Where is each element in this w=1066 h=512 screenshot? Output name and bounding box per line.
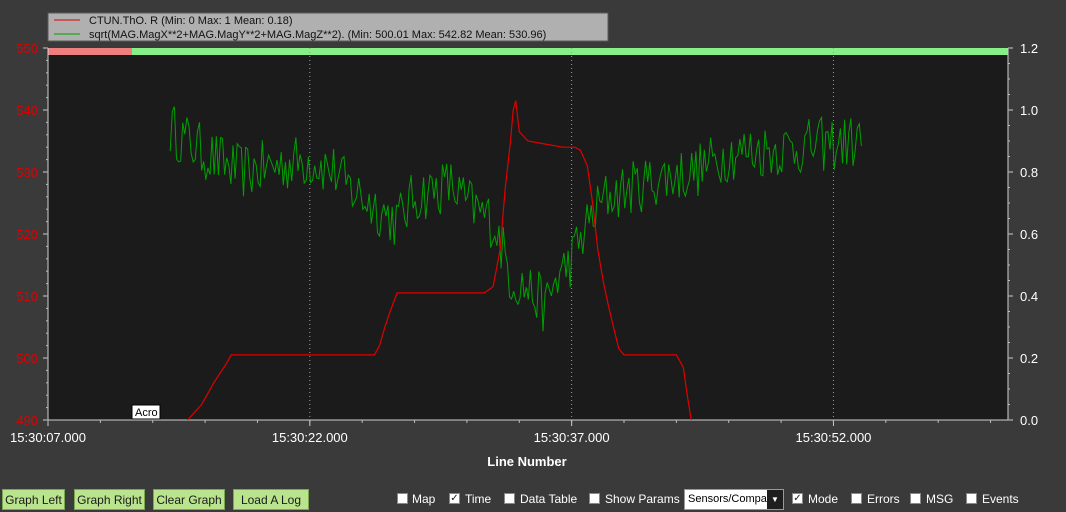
events-checkbox[interactable] xyxy=(966,493,977,504)
y-right-tick-label: 1.0 xyxy=(1020,103,1038,118)
data-table-checkbox[interactable] xyxy=(504,493,515,504)
plot-area xyxy=(48,55,1008,420)
data-table-label: Data Table xyxy=(520,492,578,506)
y-left-tick-label: 540 xyxy=(16,103,38,118)
mode-checkbox[interactable]: ✓ xyxy=(792,493,803,504)
legend-label-throttle: CTUN.ThO. R (Min: 0 Max: 1 Mean: 0.18) xyxy=(89,15,293,27)
chevron-down-icon[interactable]: ▼ xyxy=(767,490,783,509)
graph-left-button[interactable]: Graph Left xyxy=(2,489,65,510)
clear-graph-button[interactable]: Clear Graph xyxy=(153,489,225,510)
y-left-tick-label: 530 xyxy=(16,165,38,180)
x-tick-label: 15:30:22.000 xyxy=(272,430,348,445)
y-right-tick-label: 0.2 xyxy=(1020,351,1038,366)
y-left-tick-label: 490 xyxy=(16,413,38,428)
time-label: Time xyxy=(465,492,492,506)
show-params-label: Show Params xyxy=(605,492,680,506)
mode-bar-segment-2 xyxy=(132,48,1008,55)
time-check-icon: ✓ xyxy=(450,493,459,504)
y-right-tick-label: 0.4 xyxy=(1020,289,1038,304)
mode-bar-segment-1 xyxy=(48,48,132,55)
legend-label-mag: sqrt(MAG.MagX**2+MAG.MagY**2+MAG.MagZ**2… xyxy=(89,29,546,41)
show-params-checkbox[interactable] xyxy=(589,493,600,504)
x-axis-title: Line Number xyxy=(487,454,566,469)
errors-label: Errors xyxy=(867,492,900,506)
mode-label: Mode xyxy=(808,492,839,506)
load-log-button[interactable]: Load A Log xyxy=(233,489,309,510)
mode-annotation-label: Acro xyxy=(135,407,158,419)
events-label: Events xyxy=(982,492,1019,506)
mode-check-icon: ✓ xyxy=(793,493,802,504)
graph-right-button[interactable]: Graph Right xyxy=(74,489,145,510)
map-checkbox[interactable] xyxy=(397,493,408,504)
time-checkbox[interactable]: ✓ xyxy=(449,493,460,504)
x-tick-label: 15:30:07.000 xyxy=(10,430,86,445)
y-left-tick-label: 520 xyxy=(16,227,38,242)
graph-canvas[interactable]: 15:30:07.000 15:30:22.000 15:30:37.000 15:3… xyxy=(0,0,1066,485)
graph-preset-value: Sensors/Compass xyxy=(688,493,768,505)
y-left-tick-label: 550 xyxy=(16,41,38,56)
mode-annotation: Acro xyxy=(131,404,161,420)
graph-preset-select[interactable]: Sensors/Compass ▼ xyxy=(684,489,784,510)
y-left-tick-label: 510 xyxy=(16,289,38,304)
map-label: Map xyxy=(412,492,436,506)
y-right-tick-label: 0.8 xyxy=(1020,165,1038,180)
msg-label: MSG xyxy=(926,492,954,506)
msg-checkbox[interactable] xyxy=(910,493,921,504)
x-tick-label: 15:30:52.000 xyxy=(796,430,872,445)
errors-checkbox[interactable] xyxy=(851,493,862,504)
y-right-tick-label: 0.0 xyxy=(1020,413,1038,428)
legend: CTUN.ThO. R (Min: 0 Max: 1 Mean: 0.18) s… xyxy=(47,12,609,42)
y-right-tick-label: 1.2 xyxy=(1020,41,1038,56)
y-right-tick-label: 0.6 xyxy=(1020,227,1038,242)
y-left-tick-label: 500 xyxy=(16,351,38,366)
x-tick-label: 15:30:37.000 xyxy=(534,430,610,445)
